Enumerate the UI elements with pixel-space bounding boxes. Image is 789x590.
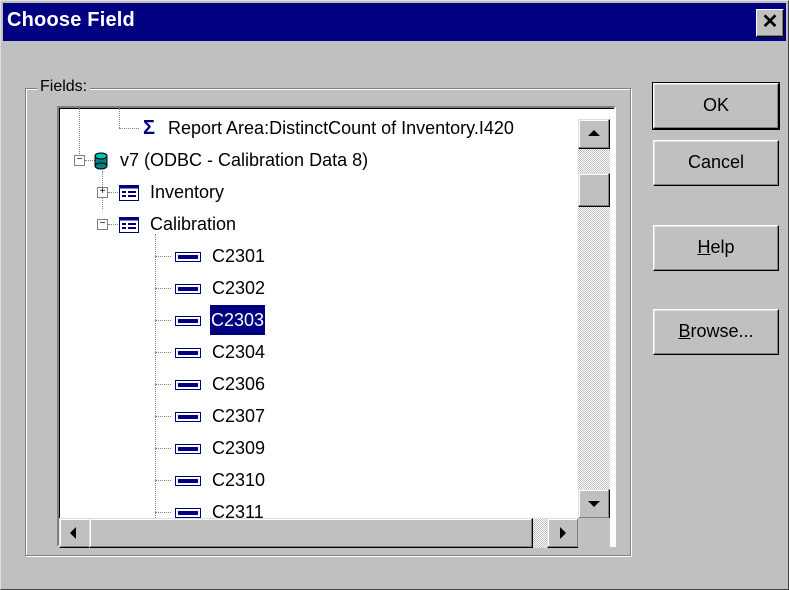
browse-label: rowse... (690, 321, 754, 341)
fields-group-label: Fields: (37, 78, 91, 96)
tree-connector (119, 128, 139, 129)
collapse-toggle[interactable]: − (97, 219, 108, 230)
tree-item-field[interactable]: C2309 (175, 433, 265, 463)
horizontal-scrollbar[interactable] (59, 518, 579, 548)
tree-item-field-selected[interactable]: C2303 (175, 304, 267, 336)
close-icon: ✕ (761, 11, 779, 33)
tree-connector (155, 256, 171, 257)
field-icon (175, 476, 201, 487)
choose-field-dialog: Choose Field ✕ Fields: Σ Report Area:Dis… (0, 0, 789, 590)
tree-item-field[interactable]: C2304 (175, 337, 265, 367)
field-icon (175, 252, 201, 263)
tree-connector (79, 108, 80, 160)
dialog-title: Choose Field (7, 9, 135, 31)
field-icon (175, 444, 201, 455)
tree-connector (108, 224, 118, 225)
tree-item-field[interactable]: C2310 (175, 465, 265, 495)
browse-mnemonic: B (678, 321, 691, 341)
tree-item-label: C2303 (209, 304, 267, 336)
field-icon (175, 316, 201, 327)
tree-item-inventory[interactable]: Inventory (119, 177, 224, 207)
tree-item-distinct-count[interactable]: Σ Report Area:DistinctCount of Inventory… (143, 113, 514, 143)
help-button[interactable]: Help (653, 225, 779, 271)
right-arrow-icon (560, 527, 566, 539)
tree-connector (155, 480, 171, 481)
tree-connector (155, 352, 171, 353)
browse-button[interactable]: Browse... (653, 309, 779, 355)
scroll-down-button[interactable] (578, 489, 610, 519)
fields-tree[interactable]: Σ Report Area:DistinctCount of Inventory… (57, 106, 616, 547)
tree-item-label: C2304 (212, 342, 266, 362)
vertical-scrollbar[interactable] (578, 119, 610, 519)
tree-item-field[interactable]: C2302 (175, 273, 265, 303)
close-button[interactable]: ✕ (756, 9, 784, 37)
tree-connector (155, 416, 171, 417)
tree-item-label: v7 (ODBC - Calibration Data 8) (120, 150, 369, 170)
field-icon (175, 348, 201, 359)
tree-item-label: Calibration (150, 214, 237, 234)
field-icon (175, 412, 201, 423)
tree-item-field[interactable]: C2301 (175, 241, 265, 271)
cancel-button[interactable]: Cancel (653, 140, 779, 186)
left-arrow-icon (70, 527, 76, 539)
down-arrow-icon (588, 501, 600, 507)
tree-item-label: C2301 (212, 246, 266, 266)
expand-toggle[interactable]: + (97, 187, 108, 198)
title-bar[interactable]: Choose Field ✕ (3, 3, 786, 41)
tree-connector (155, 384, 171, 385)
ok-button[interactable]: OK (652, 82, 780, 130)
tree-item-label: C2309 (212, 438, 266, 458)
help-label: elp (710, 237, 735, 257)
field-icon (175, 380, 201, 391)
scroll-right-button[interactable] (547, 518, 579, 548)
collapse-toggle[interactable]: − (74, 155, 85, 166)
scroll-thumb-horizontal[interactable] (89, 518, 533, 548)
scroll-thumb[interactable] (578, 173, 610, 207)
tree-item-field[interactable]: C2306 (175, 369, 265, 399)
scrollbar-corner (578, 518, 610, 548)
table-icon (119, 217, 139, 234)
tree-connector (155, 320, 171, 321)
tree-connector (155, 512, 171, 513)
tree-connector (155, 448, 171, 449)
tree-item-datasource[interactable]: v7 (ODBC - Calibration Data 8) (93, 145, 368, 175)
tree-item-label: Report Area:DistinctCount of Inventory.I… (168, 118, 514, 138)
help-mnemonic: H (697, 237, 711, 257)
tree-item-label: C2306 (212, 374, 266, 394)
tree-connector (108, 192, 118, 193)
sigma-icon: Σ (143, 117, 156, 139)
tree-item-calibration[interactable]: Calibration (119, 209, 236, 239)
tree-item-label: C2307 (212, 406, 266, 426)
tree-item-field[interactable]: C2307 (175, 401, 265, 431)
database-icon (94, 152, 108, 170)
tree-connector (155, 234, 156, 545)
tree-item-label: C2310 (212, 470, 266, 490)
field-icon (175, 284, 201, 295)
tree-connector (155, 288, 171, 289)
tree-connector (119, 108, 120, 128)
up-arrow-icon (588, 130, 600, 136)
ok-label: OK (702, 95, 729, 115)
cancel-label: Cancel (687, 152, 745, 172)
tree-item-label: C2302 (212, 278, 266, 298)
table-icon (119, 185, 139, 202)
tree-item-label: Inventory (150, 182, 225, 202)
scroll-left-button[interactable] (59, 518, 91, 548)
scroll-up-button[interactable] (578, 119, 610, 149)
